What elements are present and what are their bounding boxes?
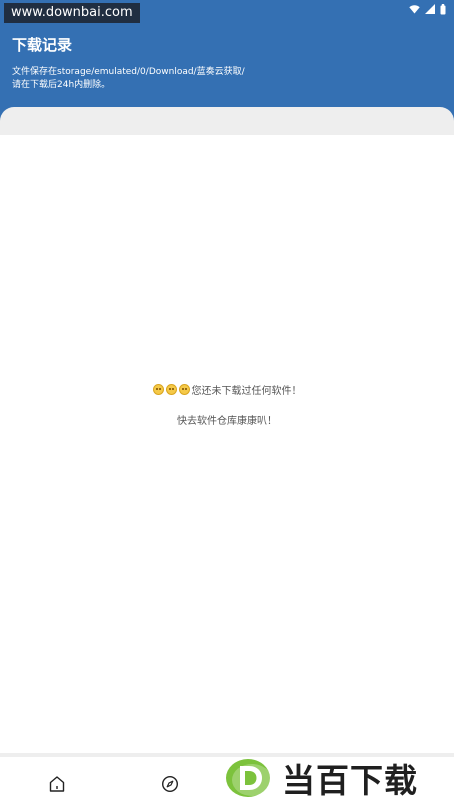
brand-watermark: 当百下载 <box>222 748 454 807</box>
brand-logo-icon <box>224 756 276 800</box>
delete-notice-text: 请在下载后24h内删除。 <box>12 80 111 90</box>
content-card-top <box>0 107 454 135</box>
face-emoji-icon <box>165 384 177 395</box>
storage-description: 文件保存在storage/emulated/0/Download/蓝奏云获取/ … <box>12 66 262 92</box>
empty-hint: 快去软件仓库康康叭！ <box>177 416 277 427</box>
nav-discover-button[interactable] <box>159 773 181 795</box>
face-emoji-icon <box>152 384 164 395</box>
empty-state: 您还未下载过任何软件！ 快去软件仓库康康叭！ <box>0 380 454 427</box>
empty-message-row: 您还未下载过任何软件！ <box>152 382 302 397</box>
compass-icon <box>161 775 179 793</box>
brand-name: 当百下载 <box>282 760 418 800</box>
nav-home-button[interactable] <box>46 773 68 795</box>
face-emoji-icon <box>178 384 190 395</box>
home-icon <box>49 776 65 792</box>
page-title: 下载记录 <box>12 36 73 54</box>
battery-icon <box>440 3 446 14</box>
empty-message: 您还未下载过任何软件！ <box>191 386 302 397</box>
signal-icon <box>425 4 435 14</box>
site-watermark: www.downbai.com <box>4 3 140 23</box>
storage-path-text: 文件保存在storage/emulated/0/Download/蓝奏云获取/ <box>12 67 245 77</box>
wifi-icon <box>409 5 420 14</box>
status-bar-icons <box>409 3 446 15</box>
